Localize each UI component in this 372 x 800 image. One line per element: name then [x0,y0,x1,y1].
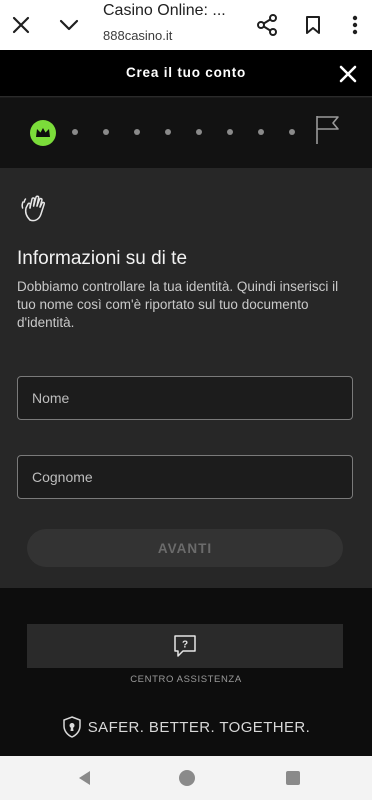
first-name-field[interactable] [17,376,353,420]
dialog-title: Crea il tuo conto [125,65,247,80]
help-center-label[interactable]: CENTRO ASSISTENZA [0,674,372,685]
tagline-text: SAFER. BETTER. TOGETHER. [87,718,311,736]
step-dot [258,129,264,135]
step-dot [289,129,295,135]
last-name-input[interactable] [18,456,352,498]
form-description: Dobbiamo controllare la tua identità. Qu… [17,279,339,330]
last-name-field[interactable] [17,455,353,499]
waving-hand-icon [18,192,52,226]
footer: ? CENTRO ASSISTENZA SAFER. BETTER. TOGET… [0,588,372,756]
browser-toolbar: Casino Online: ... 888casino.it [0,0,372,50]
back-icon[interactable] [74,768,94,788]
help-question-icon: ? [174,635,196,657]
next-button[interactable]: AVANTI [27,529,343,567]
page-title: Casino Online: ... [103,2,226,19]
close-tab-icon[interactable] [6,0,36,50]
system-nav-bar [0,756,372,800]
responsible-gaming-tagline: SAFER. BETTER. TOGETHER. [0,716,372,738]
step-dot [196,129,202,135]
progress-steps [0,98,372,168]
step-dot [103,129,109,135]
help-center-button[interactable]: ? [27,624,343,668]
step-dot [72,129,78,135]
more-options-icon[interactable] [342,0,368,50]
step-dot [227,129,233,135]
recent-apps-icon[interactable] [283,768,303,788]
personal-info-form: Informazioni su di te Dobbiamo controlla… [0,168,372,588]
page-url[interactable]: 888casino.it [103,28,172,43]
first-name-input[interactable] [18,377,352,419]
form-heading: Informazioni su di te [17,248,188,269]
step-dot [165,129,171,135]
home-icon[interactable] [177,768,197,788]
svg-text:?: ? [182,640,188,651]
chevron-down-icon[interactable] [54,0,84,50]
step-dot [134,129,140,135]
finish-flag-icon [313,114,341,146]
shield-lock-icon [63,716,81,738]
close-icon[interactable] [336,62,360,86]
bookmark-icon[interactable] [299,0,327,50]
dialog-header: Crea il tuo conto [0,50,372,97]
crown-icon [30,120,56,146]
share-icon[interactable] [252,0,282,50]
